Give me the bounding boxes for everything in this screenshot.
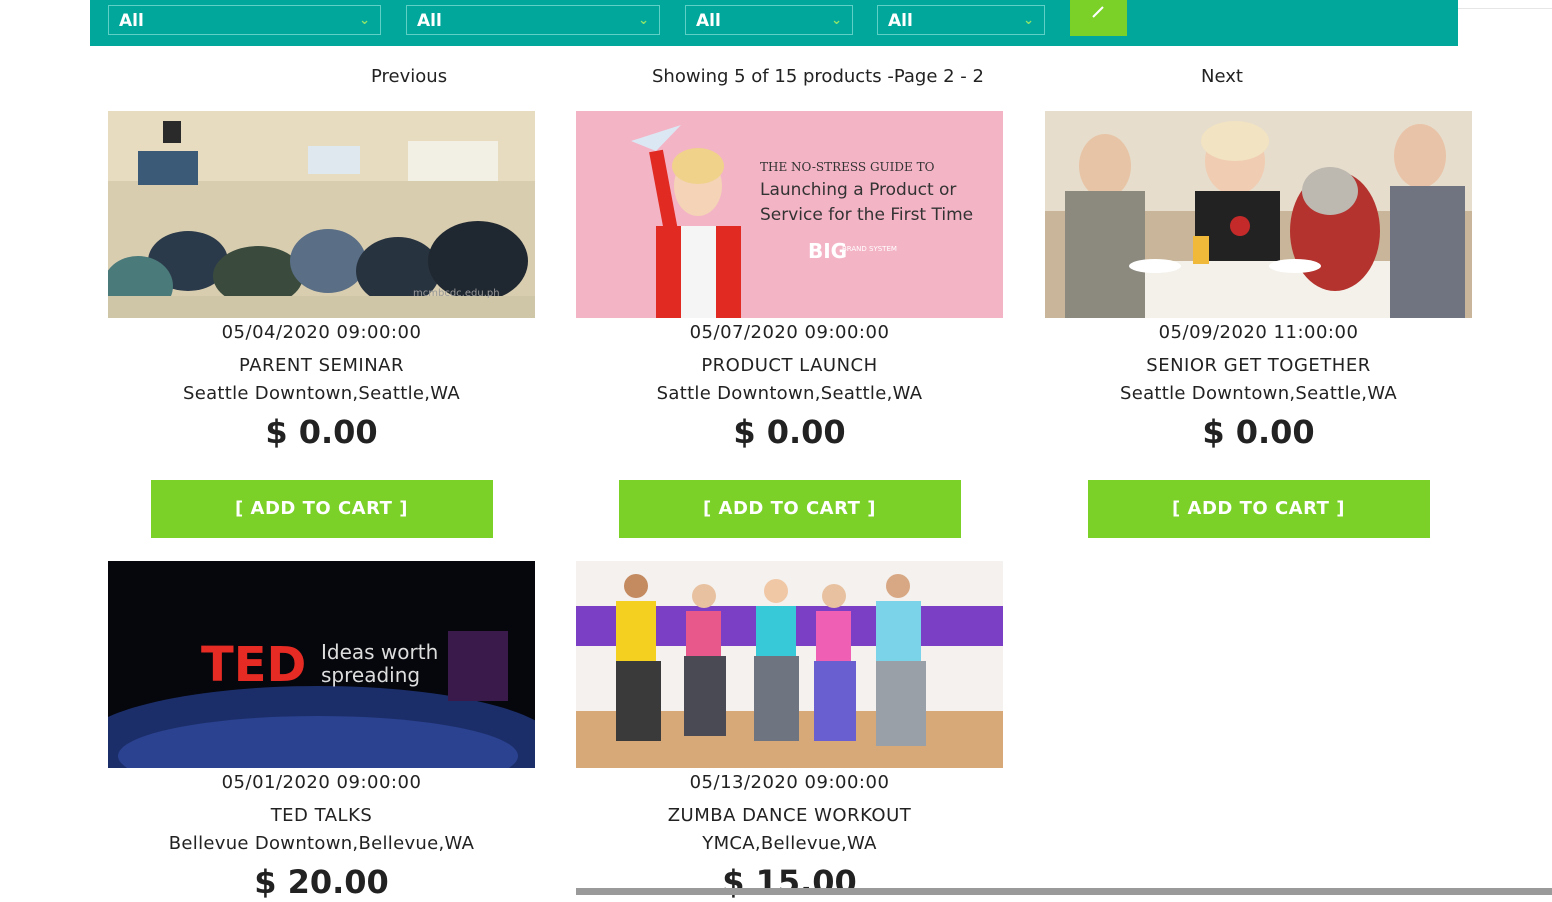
svg-text:Service for the First Time: Service for the First Time — [760, 205, 973, 225]
product-location: Seattle Downtown,Seattle,WA — [182, 383, 461, 404]
product-price: $ 0.00 — [1202, 413, 1315, 451]
arrow-icon — [1092, 6, 1104, 18]
product-price: $ 20.00 — [254, 863, 389, 901]
product-card: THE NO-STRESS GUIDE TO Launching a Produ… — [576, 111, 1003, 538]
product-card: mcmbcdc.edu.ph 05/04/2020 09:00:00 PAREN… — [108, 111, 535, 538]
svg-text:Launching a Product or: Launching a Product or — [760, 180, 956, 200]
product-price: $ 0.00 — [733, 413, 846, 451]
svg-text:Ideas worth: Ideas worth — [321, 640, 438, 664]
filter-select-value: All — [696, 11, 721, 31]
product-price: $ 15.00 — [722, 863, 857, 901]
next-link[interactable]: Next — [1201, 66, 1243, 87]
product-date: 05/07/2020 09:00:00 — [689, 322, 890, 343]
add-to-cart-button[interactable]: [ ADD TO CART ] — [1087, 480, 1430, 538]
filter-select-value: All — [417, 11, 442, 31]
svg-text:TED: TED — [201, 637, 306, 693]
filter-select-1[interactable]: All ⌄ — [108, 5, 381, 35]
product-name[interactable]: ZUMBA DANCE WORKOUT — [576, 805, 1003, 827]
filter-select-2[interactable]: All ⌄ — [406, 5, 660, 35]
product-image[interactable]: THE NO-STRESS GUIDE TO Launching a Produ… — [576, 111, 1003, 318]
product-name[interactable]: PRODUCT LAUNCH — [576, 355, 1003, 377]
search-submit-button[interactable] — [1070, 0, 1127, 36]
product-name[interactable]: TED TALKS — [108, 805, 535, 827]
product-image[interactable]: mcmbcdc.edu.ph — [108, 111, 535, 318]
product-price: $ 0.00 — [265, 413, 378, 451]
product-location: Seattle Downtown,Seattle,WA — [1119, 383, 1398, 404]
product-card: TED Ideas worth spreading 05/01/2020 09:… — [108, 561, 535, 902]
svg-text:spreading: spreading — [321, 663, 420, 687]
product-location: Bellevue Downtown,Bellevue,WA — [168, 833, 475, 854]
product-name[interactable]: PARENT SEMINAR — [108, 355, 535, 377]
product-image[interactable]: TED Ideas worth spreading — [108, 561, 535, 768]
svg-text:BRAND SYSTEM: BRAND SYSTEM — [842, 245, 897, 253]
product-card: 05/13/2020 09:00:00 ZUMBA DANCE WORKOUT … — [576, 561, 1003, 902]
product-location: YMCA,Bellevue,WA — [702, 833, 877, 854]
add-to-cart-button[interactable]: [ ADD TO CART ] — [150, 480, 493, 538]
product-date: 05/09/2020 11:00:00 — [1158, 322, 1359, 343]
filter-select-value: All — [119, 11, 144, 31]
product-location: Sattle Downtown,Seattle,WA — [656, 383, 923, 404]
pagination-status: Showing 5 of 15 products -Page 2 - 2 — [652, 66, 984, 87]
product-name[interactable]: SENIOR GET TOGETHER — [1045, 355, 1472, 377]
previous-link[interactable]: Previous — [371, 66, 447, 87]
svg-text:mcmbcdc.edu.ph: mcmbcdc.edu.ph — [413, 288, 500, 299]
product-date: 05/01/2020 09:00:00 — [221, 772, 422, 793]
horizontal-scrollbar[interactable] — [576, 888, 1552, 895]
chevron-down-icon: ⌄ — [831, 13, 842, 28]
filter-select-3[interactable]: All ⌄ — [685, 5, 853, 35]
product-date: 05/04/2020 09:00:00 — [221, 322, 422, 343]
product-card: 05/09/2020 11:00:00 SENIOR GET TOGETHER … — [1045, 111, 1472, 538]
chevron-down-icon: ⌄ — [1023, 13, 1034, 28]
product-image[interactable] — [1045, 111, 1472, 318]
filter-bar: All ⌄ All ⌄ All ⌄ All ⌄ — [90, 0, 1458, 46]
product-image[interactable] — [576, 561, 1003, 768]
svg-text:THE NO-STRESS GUIDE TO: THE NO-STRESS GUIDE TO — [760, 160, 935, 174]
filter-select-4[interactable]: All ⌄ — [877, 5, 1045, 35]
add-to-cart-button[interactable]: [ ADD TO CART ] — [618, 480, 961, 538]
filter-select-value: All — [888, 11, 913, 31]
chevron-down-icon: ⌄ — [638, 13, 649, 28]
chevron-down-icon: ⌄ — [359, 13, 370, 28]
product-date: 05/13/2020 09:00:00 — [689, 772, 890, 793]
